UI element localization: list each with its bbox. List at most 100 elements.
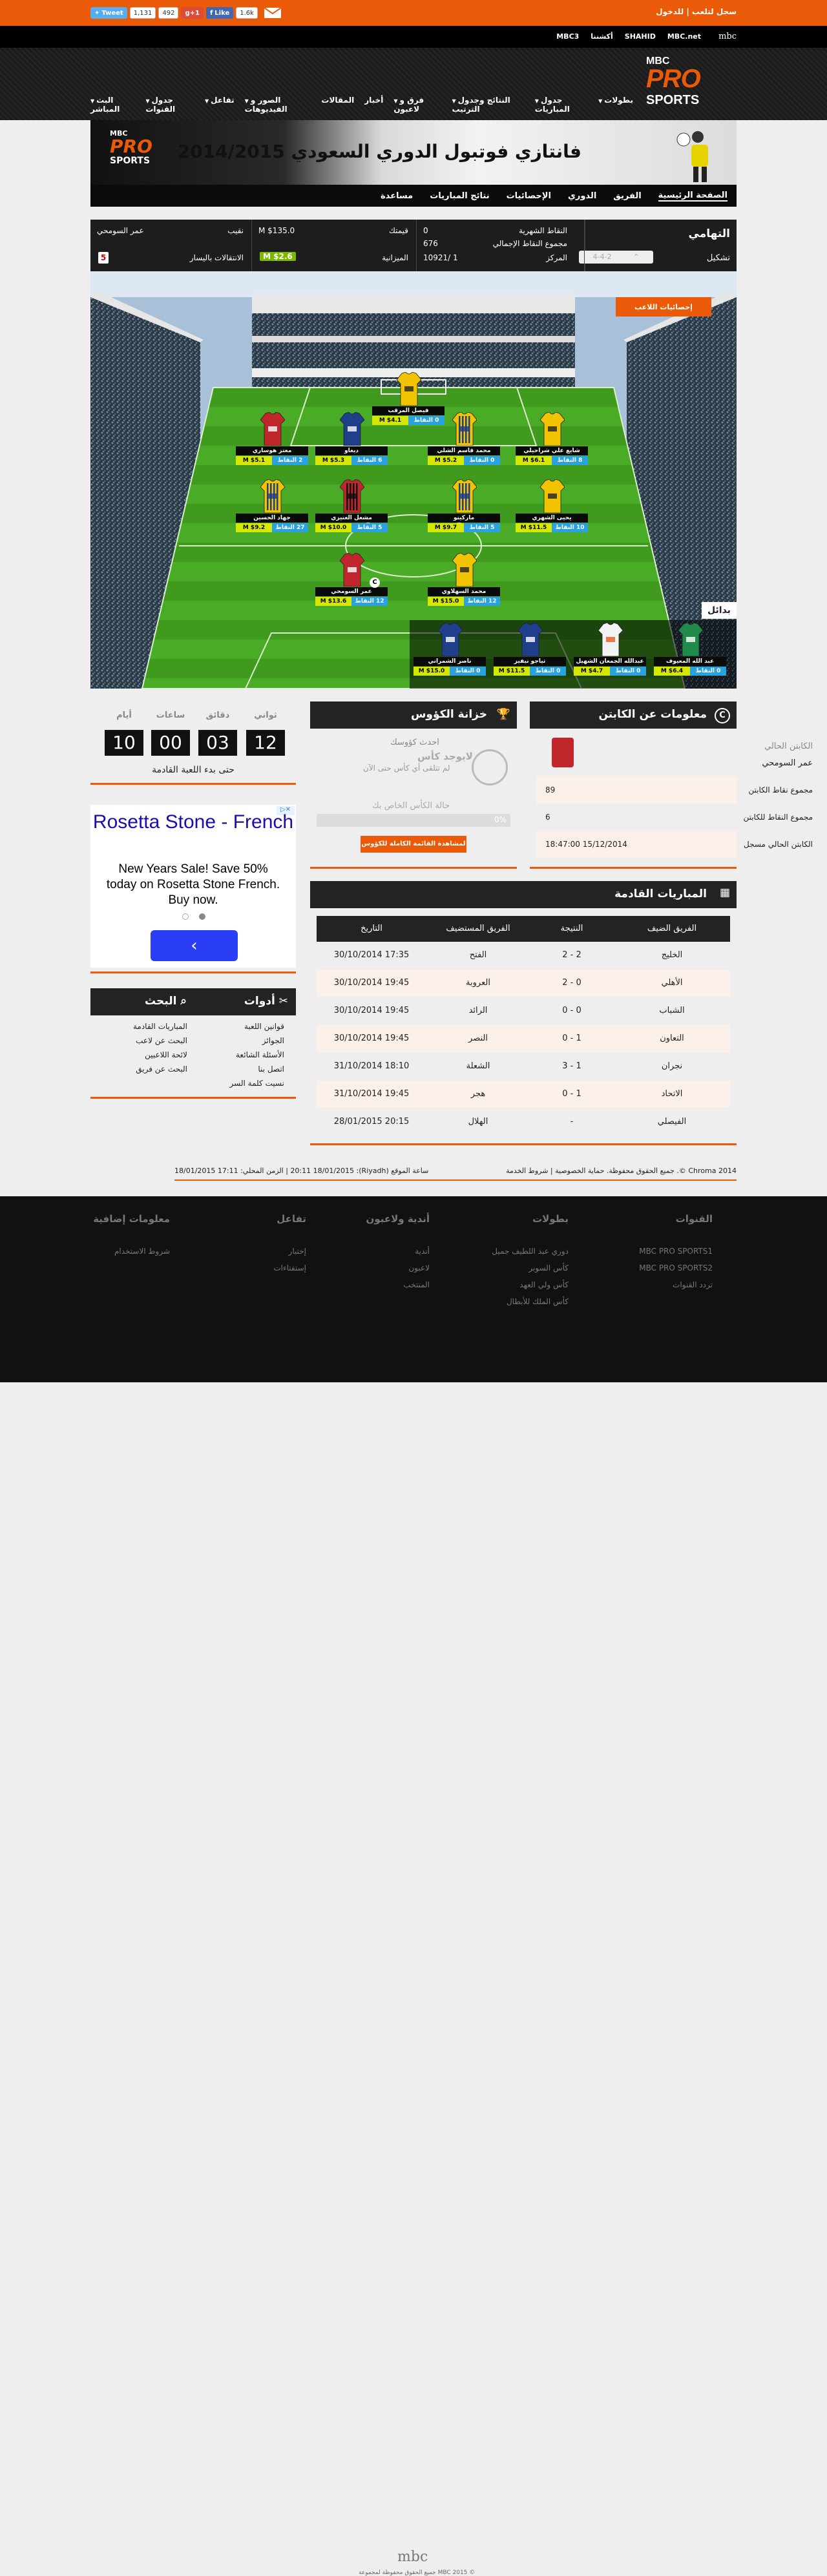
player-card[interactable]: عبد الله المعيوف M $6.4 0 النقاط	[654, 623, 726, 677]
tool-link-prizes[interactable]: الجوائز	[262, 1036, 284, 1045]
gplus-button[interactable]: g+1	[181, 7, 204, 19]
mbc-link-mbcnet[interactable]: MBC.net	[667, 32, 701, 41]
table-cell: الهلال	[468, 1117, 488, 1127]
player-stats-button[interactable]: إحصائيات اللاعب	[616, 297, 711, 317]
player-stats: M $4.7 0 النقاط	[574, 667, 646, 676]
footer-link[interactable]: المنتخب	[403, 1280, 430, 1289]
player-card[interactable]: عمر السومحي M $13.6 12 النقاط C	[315, 553, 388, 607]
advertisement[interactable]: ▷✕ Rosetta Stone - French New Years Sale…	[90, 805, 296, 968]
tool-link-upcoming[interactable]: المباريات القادمة	[133, 1022, 187, 1031]
tweet-button[interactable]: ✦ Tweet	[90, 7, 127, 19]
nav-results[interactable]: ▼ النتائج وجدول الترتيب	[452, 96, 524, 114]
footer-link[interactable]: إستفتاءات	[273, 1263, 306, 1272]
player-card[interactable]: ماركينو M $9.7 5 النقاط	[428, 479, 500, 534]
player-card[interactable]: ديغاو M $5.3 6 النقاط	[315, 412, 388, 466]
tools-title: ✂ أدوات	[244, 995, 288, 1008]
login-link[interactable]: سجل لتلعب | للدخول	[656, 7, 737, 16]
tool-link-rules[interactable]: قوانين اللعبة	[244, 1022, 284, 1031]
footer-link[interactable]: تردد القنوات	[673, 1280, 713, 1289]
tab-team[interactable]: الفريق	[613, 191, 641, 201]
nav-schedule[interactable]: ▼ جدول المباريات	[535, 96, 588, 114]
player-name: عمر السومحي	[315, 587, 388, 596]
footer-link[interactable]: كأس السوبر	[529, 1263, 569, 1272]
tool-link-faq[interactable]: الأسئلة الشائعة	[236, 1050, 284, 1059]
ad-dot-active[interactable]	[199, 913, 205, 920]
facebook-like-button[interactable]: f Like	[205, 7, 234, 19]
player-card[interactable]: معتز هوساري M $5.1 2 النقاط	[236, 412, 308, 466]
footer-link[interactable]: كأس ولي العهد	[519, 1280, 569, 1289]
table-cell: العروبة	[466, 978, 490, 988]
player-shirt-icon	[540, 412, 565, 446]
footer-link[interactable]: أندية	[415, 1247, 430, 1256]
footer-link[interactable]: لاعبون	[408, 1263, 430, 1272]
player-name: محمد السهلاوي	[428, 587, 500, 596]
points-section: النقاط الشهرية 0 مجموع النقاط الإجمالي 6…	[417, 220, 585, 271]
table-cell: 0 - 0	[562, 1006, 581, 1015]
table-cell: التعاون	[660, 1034, 684, 1043]
table-cell: 30/10/2014 19:45	[333, 1006, 410, 1015]
player-card[interactable]: جهاد الحسين M $9.2 27 النقاط	[236, 479, 308, 534]
player-card[interactable]: عبدالله الجمعان الشهيل M $4.7 0 النقاط	[574, 623, 646, 677]
table-row: الشباب 0 - 0 الرائد 30/10/2014 19:45	[317, 997, 730, 1024]
player-card[interactable]: يحيى الشهري M $11.5 10 النقاط	[516, 479, 588, 534]
countdown-days: 10	[105, 730, 143, 756]
tab-results[interactable]: نتائج المباريات	[430, 191, 489, 201]
footer-link[interactable]: دوري عبد اللطيف جميل	[492, 1247, 569, 1256]
mail-icon[interactable]	[264, 7, 282, 18]
nav-channels[interactable]: ▼ جدول القنوات	[145, 96, 194, 114]
ad-title[interactable]: Rosetta Stone - French	[90, 810, 296, 835]
footer-link[interactable]: شروط الاستخدام	[114, 1247, 170, 1256]
tab-home[interactable]: الصفحة الرئيسية	[658, 191, 728, 202]
nav-interact[interactable]: ▼ تفاعل	[205, 96, 235, 114]
footer-link[interactable]: MBC PRO SPORTS1	[639, 1247, 713, 1256]
budget-badge: M $2.6	[260, 252, 296, 261]
captain-badge-icon: C	[370, 577, 380, 588]
nav-live[interactable]: ▼ البث المباشر	[90, 96, 135, 114]
footer-link[interactable]: كأس الملك للأبطال	[507, 1297, 569, 1306]
nav-teams[interactable]: ▼ فرق و لاعبون	[393, 96, 441, 114]
captain-stat-value: 18:47:00 15/12/2014	[545, 840, 627, 849]
table-cell: هجر	[470, 1089, 486, 1099]
player-shirt-icon	[397, 372, 421, 406]
mbc-link-mbc3[interactable]: MBC3	[556, 32, 579, 41]
nav-media[interactable]: ▼ الصور و الفيديوهات	[245, 96, 311, 114]
nav-news[interactable]: أخبار	[364, 96, 383, 114]
player-card[interactable]: تياجو نيفيز M $11.5 0 النقاط	[494, 623, 566, 677]
player-card[interactable]: شايع علي شراحيلي M $6.1 8 النقاط	[516, 412, 588, 466]
tool-link-players-list[interactable]: لائحة اللاعبين	[145, 1050, 187, 1059]
tab-stats[interactable]: الإحصائيات	[507, 191, 551, 201]
trophy-list-button[interactable]: لمشاهدة القائمة الكاملة للكؤوس	[361, 836, 466, 853]
footer-copyright: جميع الحقوق محفوظة لمجموعة MBC 2015 ©	[359, 2570, 476, 2576]
tool-link-search-player[interactable]: البحث عن لاعب	[136, 1036, 187, 1045]
player-price: M $15.0	[428, 597, 464, 606]
tool-link-contact[interactable]: اتصل بنا	[258, 1065, 284, 1074]
mbc-link-action[interactable]: أكشننا	[591, 32, 612, 41]
tool-link-forgot-password[interactable]: نسيت كلمة السر	[230, 1079, 284, 1088]
player-name: ديغاو	[315, 446, 388, 455]
nav-articles[interactable]: المقالات	[321, 96, 354, 114]
player-price: M $5.1	[236, 456, 272, 465]
player-price: M $10.0	[315, 523, 351, 532]
footer-heading: معلومات إضافية	[93, 1213, 170, 1225]
player-price: M $15.0	[414, 667, 450, 676]
legal-left[interactable]: Chroma 2014 ©. جميع الحقوق محفوظة. حماية…	[504, 1167, 737, 1175]
player-card[interactable]: ناصر الشمراني M $15.0 0 النقاط	[414, 623, 486, 677]
player-shirt-icon	[260, 412, 285, 446]
player-card[interactable]: محمد قاسم الشلي M $5.2 0 النقاط	[428, 412, 500, 466]
ad-dot[interactable]	[182, 913, 189, 920]
ad-next-button[interactable]: ‹	[151, 930, 238, 961]
trophy-latest-label: احدث كؤوسك	[390, 738, 439, 747]
tab-league[interactable]: الدوري	[568, 191, 596, 201]
nav-championships[interactable]: ▼ بطولات	[598, 96, 633, 114]
footer-link[interactable]: إختبار	[289, 1247, 306, 1256]
formation-select[interactable]: 4-4-2 ⌃	[579, 251, 653, 264]
player-card[interactable]: مشعل العنيزي M $10.0 5 النقاط	[315, 479, 388, 534]
mbc-logo[interactable]: mbc	[718, 32, 737, 41]
footer-mbc-logo[interactable]: mbc	[397, 2549, 428, 2565]
tool-link-search-team[interactable]: البحث عن فريق	[136, 1065, 187, 1074]
tab-help[interactable]: مساعدة	[381, 191, 413, 201]
mbc-link-shahid[interactable]: SHAHID	[625, 32, 656, 41]
player-card[interactable]: محمد السهلاوي M $15.0 12 النقاط	[428, 553, 500, 607]
mbc-pro-sports-logo[interactable]: MBC PRO SPORTS	[646, 56, 730, 109]
footer-link[interactable]: MBC PRO SPORTS2	[639, 1263, 713, 1272]
